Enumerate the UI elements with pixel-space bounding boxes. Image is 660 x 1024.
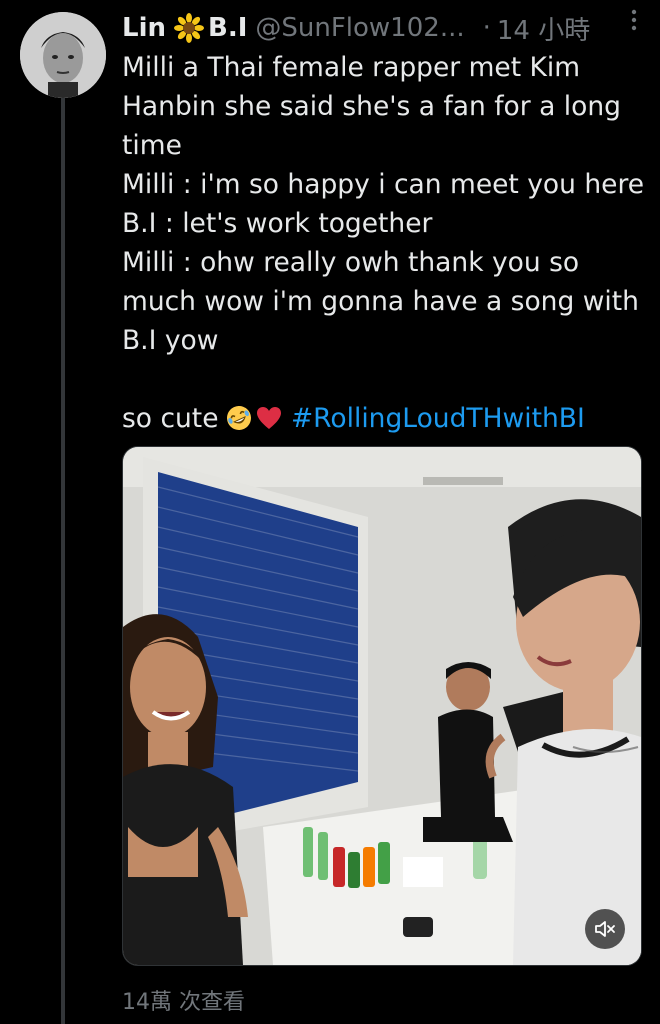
thread-line bbox=[61, 96, 65, 1024]
tweet-line: time bbox=[122, 130, 182, 161]
hashtag-link[interactable]: #RollingLoudTHwithBI bbox=[291, 403, 585, 434]
closing-text: so cute bbox=[122, 403, 219, 434]
tweet-line: B.I yow bbox=[122, 325, 219, 356]
rofl-emoji-icon bbox=[226, 406, 251, 430]
author-name-suffix[interactable]: B.I bbox=[208, 13, 247, 43]
tweet-line: Milli a Thai female rapper met Kim bbox=[122, 52, 581, 83]
video-frame bbox=[123, 447, 641, 965]
red-heart-icon bbox=[256, 407, 281, 429]
tweet-line: B.I : let's work together bbox=[122, 208, 433, 239]
tweet-header: Lin B.I @SunFlow102... · 14 小時 bbox=[122, 10, 652, 46]
speaker-muted-icon bbox=[595, 921, 615, 937]
separator-dot: · bbox=[482, 13, 491, 43]
tweet-line: much wow i'm gonna have a song with bbox=[122, 286, 639, 317]
tweet-closing-line: so cute #RollingLoudTHwithBI bbox=[122, 399, 652, 438]
tweet-time[interactable]: 14 小時 bbox=[497, 10, 590, 47]
sunflower-icon bbox=[174, 13, 204, 43]
tweet-line: Milli : ohw really owh thank you so bbox=[122, 247, 580, 278]
more-options-icon[interactable] bbox=[622, 6, 646, 34]
author-handle[interactable]: @SunFlow102... bbox=[255, 13, 464, 43]
author-name[interactable]: Lin bbox=[122, 13, 166, 43]
avatar[interactable] bbox=[20, 12, 106, 98]
tweet-line: Milli : i'm so happy i can meet you here bbox=[122, 169, 645, 200]
tweet-line: Hanbin she said she's a fan for a long bbox=[122, 91, 621, 122]
tweet-video[interactable] bbox=[122, 446, 642, 966]
mute-button[interactable] bbox=[585, 909, 625, 949]
avatar-image bbox=[20, 12, 106, 98]
tweet-text: Milli a Thai female rapper met Kim Hanbi… bbox=[122, 48, 652, 438]
view-count: 14萬 次查看 bbox=[122, 990, 245, 1015]
